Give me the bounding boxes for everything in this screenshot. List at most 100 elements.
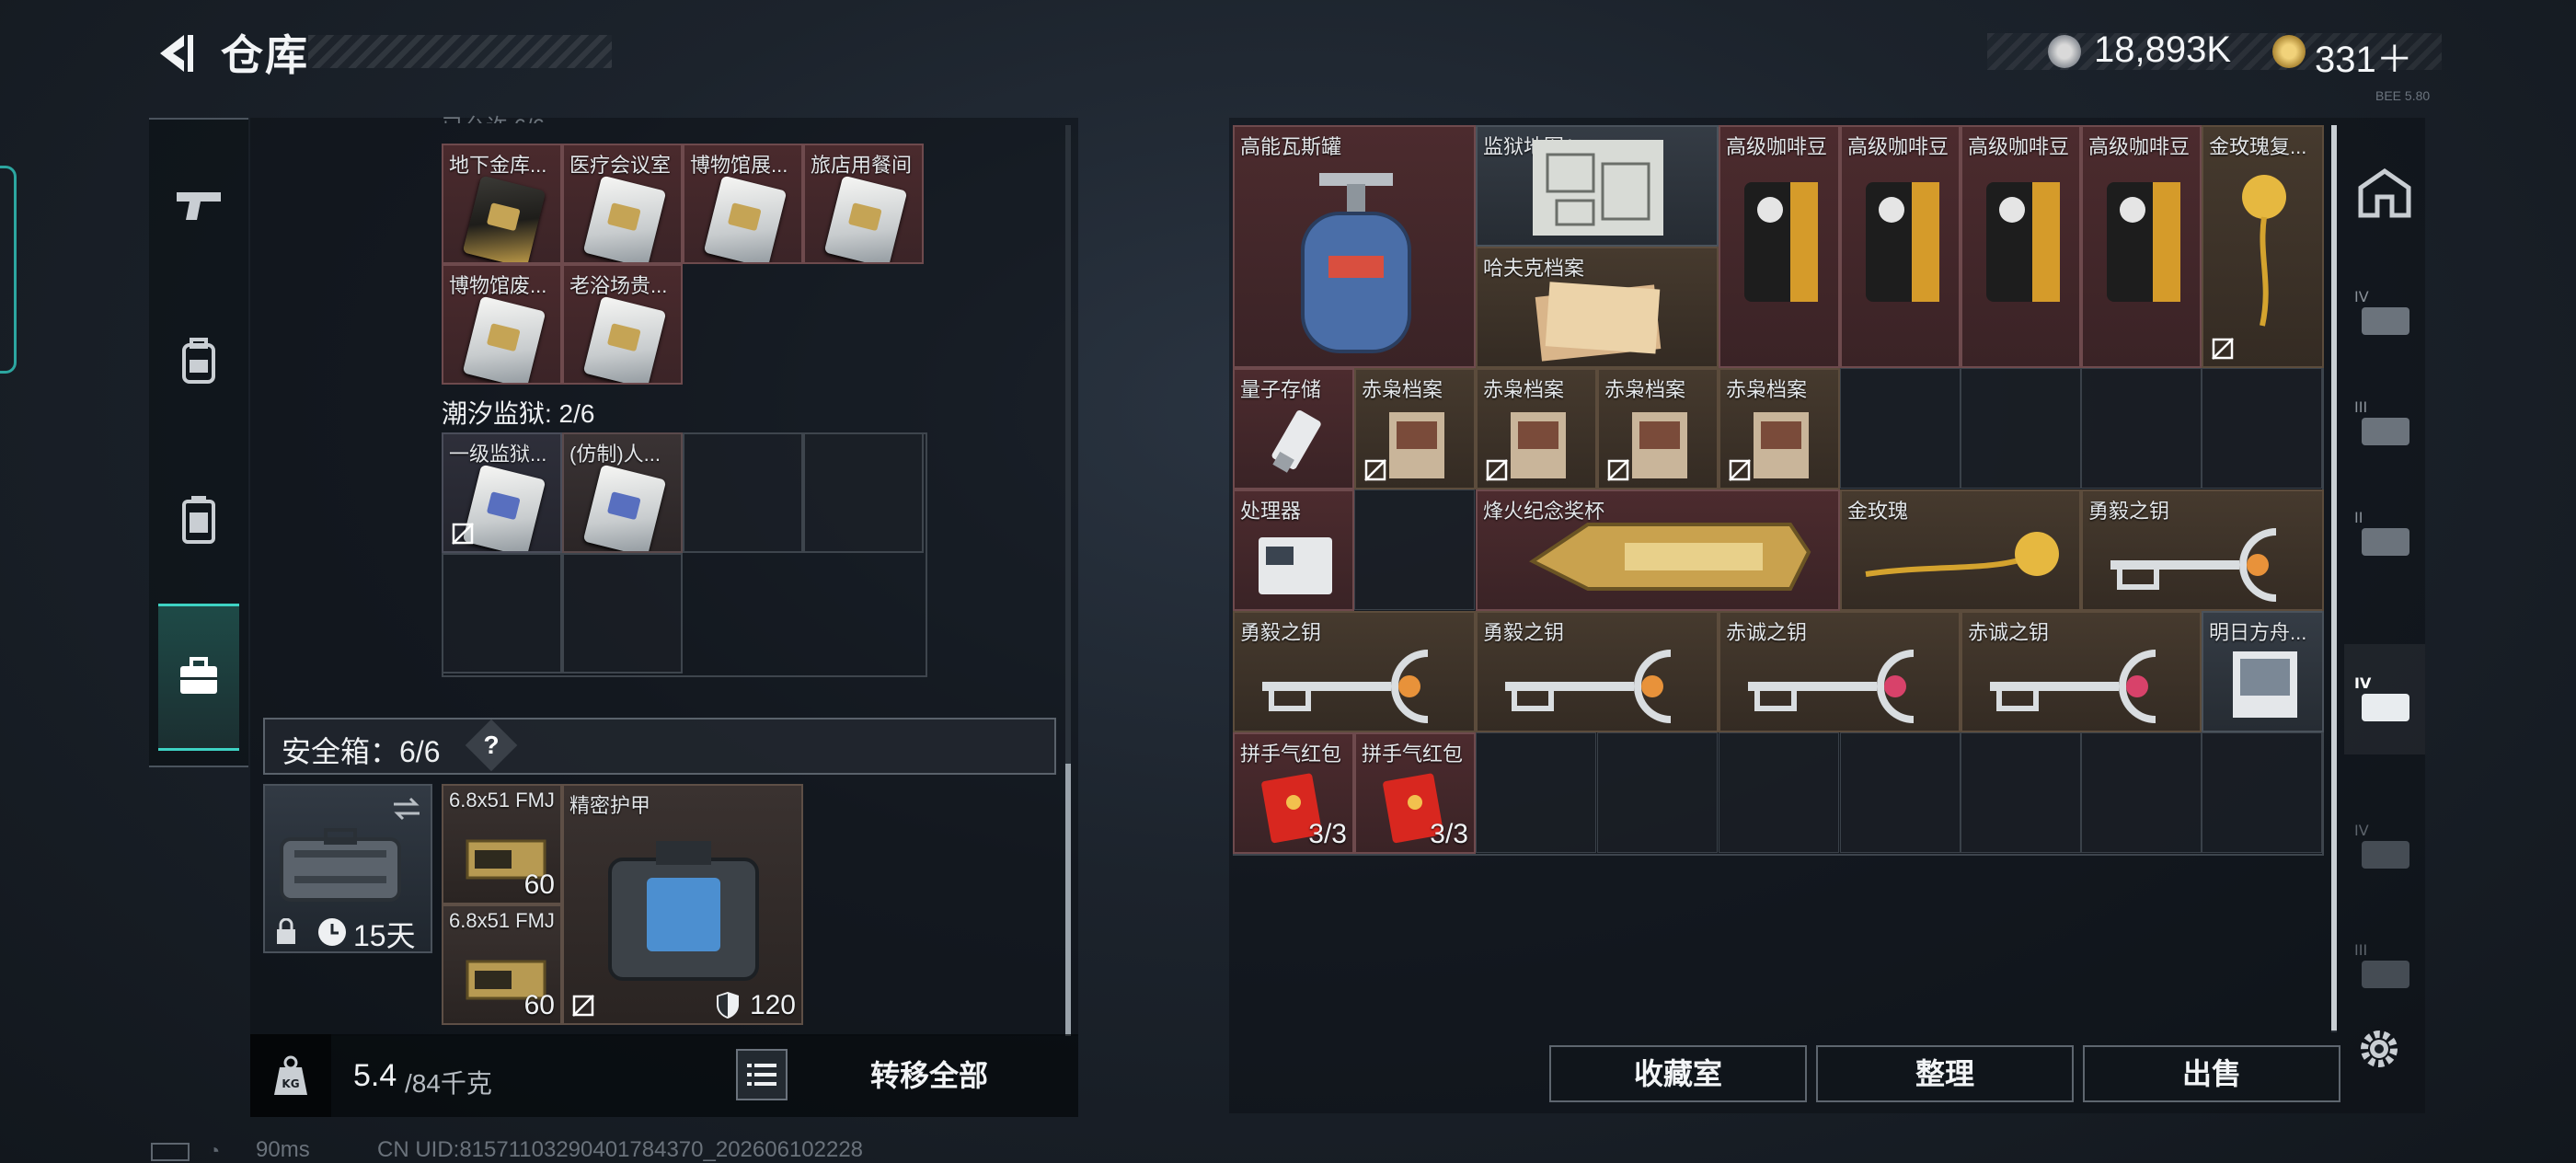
- nav-safebox[interactable]: [158, 604, 239, 751]
- item-coffee-beans[interactable]: 高级咖啡豆: [1719, 125, 1840, 368]
- empty-slot[interactable]: [1840, 732, 1961, 853]
- key-icon: [1505, 650, 1672, 723]
- item-red-owl-files[interactable]: 赤枭档案: [1597, 368, 1719, 489]
- item-courage-key[interactable]: 勇毅之钥: [2081, 489, 2324, 611]
- home-icon: [2358, 167, 2411, 218]
- item-prison-map[interactable]: 监狱地图1: [1476, 125, 1719, 247]
- item-slot[interactable]: 医疗会议室: [562, 144, 683, 264]
- item-slot[interactable]: (仿制)人...: [562, 432, 683, 553]
- usb-drive-icon: [1271, 410, 1321, 473]
- left-scrollbar-thumb[interactable]: [1065, 764, 1071, 1036]
- nav-home[interactable]: [2344, 138, 2425, 248]
- transfer-all-button[interactable]: 转移全部: [810, 1040, 1049, 1111]
- no-sell-icon: [2212, 338, 2234, 360]
- armor-slot[interactable]: 精密护甲 120: [562, 784, 803, 1025]
- item-slot[interactable]: 旅店用餐间: [803, 144, 924, 264]
- item-slot[interactable]: 老浴场贵...: [562, 264, 683, 385]
- item-red-envelope[interactable]: 拼手气红包 3/3: [1354, 732, 1476, 854]
- battery-icon: [151, 1143, 190, 1161]
- item-courage-key[interactable]: 勇毅之钥: [1476, 611, 1719, 732]
- no-sell-icon: [572, 995, 594, 1017]
- empty-slot[interactable]: [2081, 732, 2202, 853]
- empty-slot[interactable]: [442, 553, 562, 674]
- item-slot[interactable]: 博物馆废...: [442, 264, 562, 385]
- section-label-cut: 已允许 6/6: [442, 109, 545, 123]
- swap-icon[interactable]: [390, 795, 423, 823]
- kg-weight-icon: KG: [274, 1055, 307, 1095]
- nav-tier-iv-case[interactable]: IV: [2344, 258, 2425, 368]
- empty-slot[interactable]: [683, 432, 803, 553]
- nav-vest[interactable]: [158, 451, 239, 589]
- item-red-owl-files[interactable]: 赤枭档案: [1719, 368, 1840, 489]
- list-view-button[interactable]: [736, 1049, 788, 1100]
- nav-weapon[interactable]: [158, 136, 239, 274]
- item-quantum-storage[interactable]: 量子存储: [1233, 368, 1354, 489]
- item-sincerity-key[interactable]: 赤诚之钥: [1719, 611, 1961, 732]
- empty-slot[interactable]: [1354, 489, 1475, 610]
- nav-tier-iii-case[interactable]: III: [2344, 368, 2425, 478]
- item-gas-tank[interactable]: 高能瓦斯罐: [1233, 125, 1476, 368]
- item-coffee-beans[interactable]: 高级咖啡豆: [2081, 125, 2202, 368]
- help-question-icon: ?: [483, 731, 500, 759]
- item-count: 60: [523, 869, 555, 900]
- item-arknights-album[interactable]: 明日方舟...: [2202, 611, 2324, 732]
- empty-slot[interactable]: [1476, 732, 1596, 853]
- item-courage-key[interactable]: 勇毅之钥: [1233, 611, 1476, 732]
- item-sincerity-key[interactable]: 赤诚之钥: [1961, 611, 2202, 732]
- safebox-duration: 15天: [353, 919, 416, 952]
- item-slot[interactable]: 6.8x51 FMJ 60: [442, 784, 562, 904]
- item-slot[interactable]: 博物馆展...: [683, 144, 803, 264]
- sell-button[interactable]: 出售: [2083, 1045, 2340, 1102]
- item-slot[interactable]: 地下金库...: [442, 144, 562, 264]
- coffee-bag-icon: [1986, 182, 2060, 302]
- nav-tier-iv-case-2[interactable]: IV: [2344, 791, 2425, 902]
- currency-gold[interactable]: 331＋: [2315, 29, 2413, 83]
- empty-slot[interactable]: [2202, 368, 2322, 489]
- item-beacon-trophy[interactable]: 烽火纪念奖杯: [1476, 489, 1840, 611]
- golden-rose-icon: [2242, 175, 2286, 327]
- title-decoration: [308, 35, 612, 68]
- back-button[interactable]: [147, 28, 202, 79]
- item-red-owl-files[interactable]: 赤枭档案: [1354, 368, 1476, 489]
- uid-text: CN UID:815711032904017843​70_20260610222…: [377, 1137, 864, 1162]
- left-edge-handle[interactable]: [0, 166, 17, 374]
- item-label: 6.8x51 FMJ: [449, 789, 555, 812]
- empty-slot[interactable]: [803, 432, 924, 553]
- collection-room-button[interactable]: 收藏室: [1549, 1045, 1807, 1102]
- arrange-button[interactable]: 整理: [1816, 1045, 2074, 1102]
- right-scrollbar-thumb[interactable]: [2331, 125, 2337, 1031]
- page-title: 仓库: [221, 31, 309, 79]
- item-golden-rose-replica[interactable]: 金玫瑰复...: [2202, 125, 2324, 368]
- empty-slot[interactable]: [1597, 732, 1718, 853]
- item-golden-rose[interactable]: 金玫瑰: [1840, 489, 2081, 611]
- svg-text:KG: KG: [282, 1077, 299, 1090]
- nav-tier-iii-case-2[interactable]: III: [2344, 911, 2425, 1021]
- item-coffee-beans[interactable]: 高级咖啡豆: [1961, 125, 2081, 368]
- empty-slot[interactable]: [1719, 732, 1839, 853]
- list-icon: [747, 1064, 776, 1086]
- settings-button[interactable]: [2353, 1023, 2412, 1082]
- item-huffk-files[interactable]: 哈夫克档案: [1476, 247, 1719, 368]
- empty-slot[interactable]: [562, 553, 683, 674]
- case-icon: IV: [2354, 674, 2409, 721]
- item-label: (仿制)人...: [569, 443, 661, 466]
- item-red-envelope[interactable]: 拼手气红包 3/3: [1233, 732, 1354, 854]
- empty-slot[interactable]: [2081, 368, 2202, 489]
- item-label: 拼手气红包: [1240, 743, 1342, 766]
- empty-slot[interactable]: [2202, 732, 2322, 853]
- item-count: 60: [523, 990, 555, 1020]
- nav-backpack[interactable]: [158, 293, 239, 431]
- keycard-icon: [582, 175, 667, 262]
- item-processor[interactable]: 处理器: [1233, 489, 1354, 611]
- item-red-owl-files[interactable]: 赤枭档案: [1476, 368, 1597, 489]
- empty-slot[interactable]: [1840, 368, 1961, 489]
- item-coffee-beans[interactable]: 高级咖啡豆: [1840, 125, 1961, 368]
- nav-tier-iv-active[interactable]: IV: [2344, 644, 2425, 754]
- empty-slot[interactable]: [1961, 368, 2081, 489]
- item-slot[interactable]: 6.8x51 FMJ 60: [442, 904, 562, 1025]
- empty-slot[interactable]: [1961, 732, 2081, 853]
- item-label: 赤枭档案: [1726, 378, 1808, 401]
- nav-tier-ii-case[interactable]: II: [2344, 478, 2425, 589]
- processor-device-icon: [1259, 537, 1332, 594]
- item-slot[interactable]: 一级监狱...: [442, 432, 562, 553]
